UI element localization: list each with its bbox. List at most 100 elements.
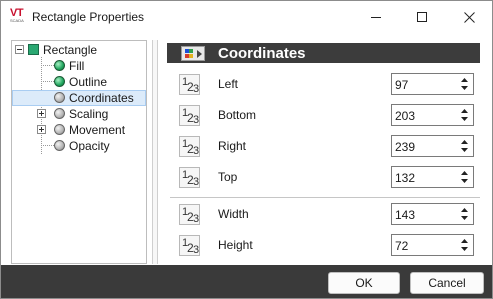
spin-down-button[interactable] <box>458 177 470 185</box>
chevron-up-icon <box>460 109 468 113</box>
property-label: Top <box>218 170 238 184</box>
expand-icon[interactable] <box>37 125 46 134</box>
top-input[interactable] <box>395 170 455 185</box>
property-row-left: 123 Left <box>167 73 480 97</box>
minimize-button[interactable] <box>353 1 399 33</box>
expand-icon[interactable] <box>37 109 46 118</box>
status-gray-icon <box>54 140 65 151</box>
tree-item-label: Coordinates <box>69 91 134 105</box>
dialog-footer: OK Cancel <box>1 265 492 298</box>
property-label: Bottom <box>218 108 257 122</box>
app-logo-icon: VT SCADA <box>10 7 26 24</box>
minimize-icon <box>371 17 381 18</box>
properties-dialog: VT SCADA Rectangle Properties Rectangle … <box>0 0 493 299</box>
right-input[interactable] <box>395 139 455 154</box>
bottom-input[interactable] <box>395 108 455 123</box>
left-input[interactable] <box>395 77 455 92</box>
property-row-top: 123 Top <box>167 166 480 190</box>
property-label: Height <box>218 238 253 252</box>
spin-down-button[interactable] <box>458 115 470 123</box>
status-green-icon <box>54 76 65 87</box>
width-input[interactable] <box>395 207 455 222</box>
height-spinbox[interactable] <box>391 234 474 256</box>
splitter-handle[interactable] <box>152 40 158 264</box>
tree-item-opacity[interactable]: Opacity <box>12 138 146 154</box>
numeric-123-icon: 123 <box>179 136 200 157</box>
numeric-123-icon: 123 <box>179 74 200 95</box>
spin-down-button[interactable] <box>458 84 470 92</box>
tree-item-fill[interactable]: Fill <box>12 58 146 74</box>
coordinates-panel: Coordinates 123 Left 123 Bottom <box>167 41 480 265</box>
tree-item-label: Outline <box>69 75 108 89</box>
chevron-down-icon <box>460 179 468 183</box>
chevron-down-icon <box>460 216 468 220</box>
property-label: Left <box>218 77 239 91</box>
property-label: Width <box>218 207 249 221</box>
height-input[interactable] <box>395 238 455 253</box>
chevron-up-icon <box>460 78 468 82</box>
status-gray-icon <box>54 124 65 135</box>
ok-button[interactable]: OK <box>328 272 400 294</box>
spin-up-button[interactable] <box>458 76 470 84</box>
bottom-spinbox[interactable] <box>391 104 474 126</box>
chevron-up-icon <box>460 171 468 175</box>
section-header: Coordinates <box>167 43 480 63</box>
chevron-down-icon <box>460 247 468 251</box>
dialog-content: Rectangle Fill Outline Coordinates Scali… <box>1 33 492 265</box>
spin-up-button[interactable] <box>458 107 470 115</box>
width-spinbox[interactable] <box>391 203 474 225</box>
top-spinbox[interactable] <box>391 166 474 188</box>
chevron-up-icon <box>460 239 468 243</box>
spin-up-button[interactable] <box>458 206 470 214</box>
spin-up-button[interactable] <box>458 169 470 177</box>
spin-up-button[interactable] <box>458 138 470 146</box>
chevron-down-icon <box>460 148 468 152</box>
tree-item-label: Opacity <box>69 139 110 153</box>
app-logo-subtext: SCADA <box>10 18 24 23</box>
tree-item-label: Scaling <box>69 107 109 121</box>
cancel-button[interactable]: Cancel <box>410 272 484 294</box>
chevron-up-icon <box>460 140 468 144</box>
tree-item-label: Movement <box>69 123 126 137</box>
chevron-down-icon <box>460 86 468 90</box>
tree-item-outline[interactable]: Outline <box>12 74 146 90</box>
chevron-up-icon <box>460 208 468 212</box>
tree-item-coordinates[interactable]: Coordinates <box>12 90 146 106</box>
collapse-icon[interactable] <box>15 45 24 54</box>
root-node-icon <box>28 44 39 55</box>
section-title: Coordinates <box>218 45 306 62</box>
tree-item-label: Rectangle <box>43 43 98 57</box>
numeric-123-icon: 123 <box>179 167 200 188</box>
property-row-right: 123 Right <box>167 135 480 159</box>
numeric-123-icon: 123 <box>179 204 200 225</box>
property-row-width: 123 Width <box>167 203 480 227</box>
property-label: Right <box>218 139 247 153</box>
close-icon <box>463 11 475 23</box>
chevron-down-icon <box>460 117 468 121</box>
spin-down-button[interactable] <box>458 146 470 154</box>
property-tree[interactable]: Rectangle Fill Outline Coordinates Scali… <box>11 40 147 264</box>
left-spinbox[interactable] <box>391 73 474 95</box>
property-row-height: 123 Height <box>167 234 480 258</box>
section-divider <box>170 197 480 198</box>
status-gray-icon <box>54 108 65 119</box>
title-bar: VT SCADA Rectangle Properties <box>1 1 492 33</box>
close-button[interactable] <box>446 1 492 33</box>
spin-down-button[interactable] <box>458 214 470 222</box>
right-spinbox[interactable] <box>391 135 474 157</box>
palette-arrow-icon <box>181 46 205 61</box>
tree-item-label: Fill <box>69 59 85 73</box>
property-row-bottom: 123 Bottom <box>167 104 480 128</box>
tree-item-rectangle[interactable]: Rectangle <box>12 42 146 58</box>
window-title: Rectangle Properties <box>32 10 145 24</box>
tree-item-scaling[interactable]: Scaling <box>12 106 146 122</box>
maximize-icon <box>417 12 427 22</box>
status-green-icon <box>54 60 65 71</box>
tree-item-movement[interactable]: Movement <box>12 122 146 138</box>
status-gray-icon <box>54 92 65 103</box>
numeric-123-icon: 123 <box>179 105 200 126</box>
spin-up-button[interactable] <box>458 237 470 245</box>
maximize-button[interactable] <box>399 1 445 33</box>
spin-down-button[interactable] <box>458 245 470 253</box>
numeric-123-icon: 123 <box>179 235 200 256</box>
